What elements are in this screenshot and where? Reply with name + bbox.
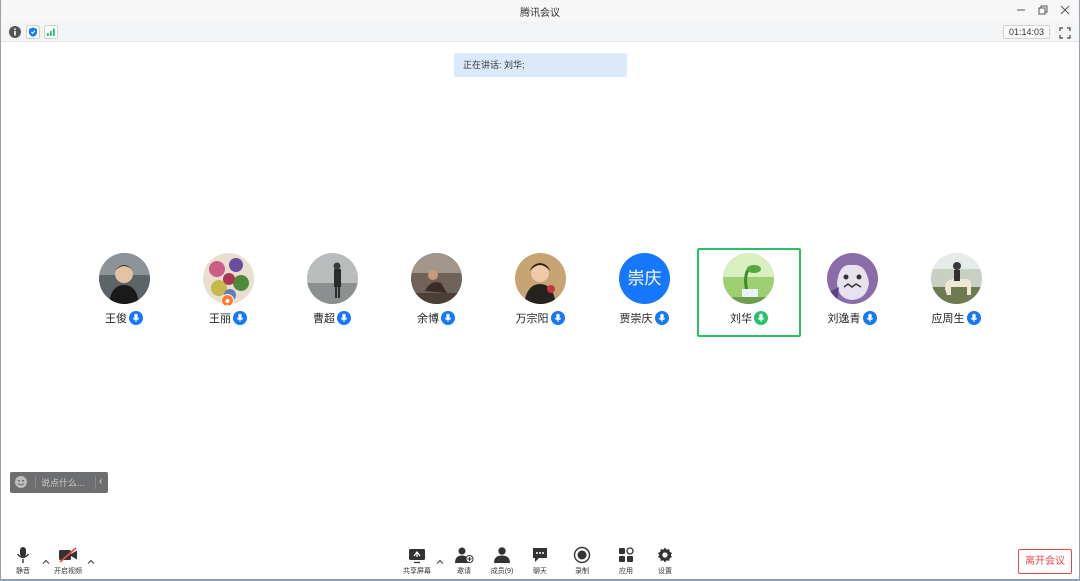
host-badge-icon <box>221 294 234 307</box>
record-icon <box>573 546 591 564</box>
invite-button[interactable]: 邀请 <box>452 546 476 576</box>
avatar <box>931 253 982 304</box>
start-video-label: 开启视频 <box>54 568 82 575</box>
chevron-up-icon[interactable] <box>435 554 445 564</box>
members-label: 成员(9) <box>490 568 514 575</box>
participant-name: 万宗阳 <box>515 313 549 325</box>
restore-icon[interactable] <box>1035 2 1051 18</box>
avatar <box>411 253 462 304</box>
chat-quick-input[interactable]: 说点什么... ‹ <box>10 472 108 493</box>
info-icon[interactable] <box>8 25 22 39</box>
meeting-window: 腾讯会议 01:14:03 正在讲话: 刘华; 王俊 王丽 曹超 余博 万宗阳 … <box>0 0 1080 581</box>
window-title: 腾讯会议 <box>520 8 560 19</box>
share-screen-button[interactable]: 共享屏幕 <box>400 546 434 576</box>
minimize-icon[interactable] <box>1013 2 1029 18</box>
participant-tile[interactable]: 刘逸青 <box>800 253 904 333</box>
participant-tile-active-speaker[interactable]: 刘华 <box>697 248 801 337</box>
avatar <box>307 253 358 304</box>
speaking-banner: 正在讲话: 刘华; <box>454 53 627 77</box>
chat-button[interactable]: 聊天 <box>529 546 551 576</box>
chevron-up-icon[interactable] <box>41 554 51 564</box>
participant-tile[interactable]: 应周生 <box>904 253 1008 333</box>
participant-tile[interactable]: 曹超 <box>280 253 384 333</box>
title-bar: 腾讯会议 <box>1 0 1079 22</box>
participant-name: 贾崇庆 <box>619 313 653 325</box>
video-off-icon <box>59 547 77 563</box>
avatar <box>515 253 566 304</box>
close-icon[interactable] <box>1057 2 1073 18</box>
participant-name: 曹超 <box>313 313 335 325</box>
participant-name: 王俊 <box>105 313 127 325</box>
chat-divider <box>35 476 36 489</box>
settings-button[interactable]: 设置 <box>654 546 676 576</box>
participant-tile[interactable]: 余博 <box>384 253 488 333</box>
microphone-icon <box>862 311 877 325</box>
members-icon <box>494 547 510 563</box>
signal-icon[interactable] <box>44 25 58 39</box>
add-user-icon <box>455 547 474 563</box>
microphone-icon <box>966 311 981 325</box>
chat-collapse-button[interactable]: ‹ <box>99 476 102 487</box>
record-label: 录制 <box>575 568 589 575</box>
microphone-icon <box>16 547 30 563</box>
speaking-microphone-icon <box>754 311 768 325</box>
status-bar: 01:14:03 <box>1 22 1079 42</box>
gear-icon <box>658 547 672 563</box>
chat-placeholder[interactable]: 说点什么... <box>41 476 85 489</box>
chat-icon <box>533 548 547 562</box>
leave-meeting-button[interactable]: 离开会议 <box>1018 549 1072 574</box>
participant-tile[interactable]: 崇庆 贾崇庆 <box>592 253 696 333</box>
participant-name: 刘华 <box>730 313 752 325</box>
participant-name: 刘逸青 <box>827 313 861 325</box>
avatar <box>723 253 774 304</box>
mute-label: 静音 <box>16 568 30 575</box>
meeting-timer: 01:14:03 <box>1002 25 1050 39</box>
members-button[interactable]: 成员(9) <box>487 546 517 576</box>
participant-name: 应周生 <box>931 313 965 325</box>
settings-label: 设置 <box>658 568 672 575</box>
participant-tile[interactable]: 万宗阳 <box>488 253 592 333</box>
apps-label: 应用 <box>619 568 633 575</box>
participant-tile[interactable]: 王丽 <box>176 253 280 333</box>
microphone-icon <box>233 311 247 325</box>
share-screen-icon <box>409 549 425 564</box>
invite-label: 邀请 <box>457 568 471 575</box>
chevron-up-icon[interactable] <box>86 554 96 564</box>
participant-name: 余博 <box>417 313 439 325</box>
record-button[interactable]: 录制 <box>571 546 593 576</box>
mute-button[interactable]: 静音 <box>12 546 34 576</box>
avatar-initials: 崇庆 <box>627 269 662 288</box>
apps-icon <box>619 547 634 562</box>
chat-divider <box>95 476 96 489</box>
microphone-icon <box>337 311 351 325</box>
microphone-icon <box>129 311 143 325</box>
participant-name: 王丽 <box>209 313 231 325</box>
microphone-icon <box>654 311 669 325</box>
shield-icon[interactable] <box>26 25 40 39</box>
avatar <box>99 253 150 304</box>
emoji-icon[interactable] <box>14 475 28 489</box>
start-video-button[interactable]: 开启视频 <box>51 546 85 576</box>
avatar <box>827 253 878 304</box>
participant-tile[interactable]: 王俊 <box>72 253 176 333</box>
fullscreen-icon[interactable] <box>1059 26 1071 39</box>
chat-label: 聊天 <box>533 568 547 575</box>
apps-button[interactable]: 应用 <box>615 546 637 576</box>
microphone-icon <box>550 311 565 325</box>
microphone-icon <box>441 311 455 325</box>
avatar: 崇庆 <box>619 253 670 304</box>
share-screen-label: 共享屏幕 <box>403 568 431 575</box>
